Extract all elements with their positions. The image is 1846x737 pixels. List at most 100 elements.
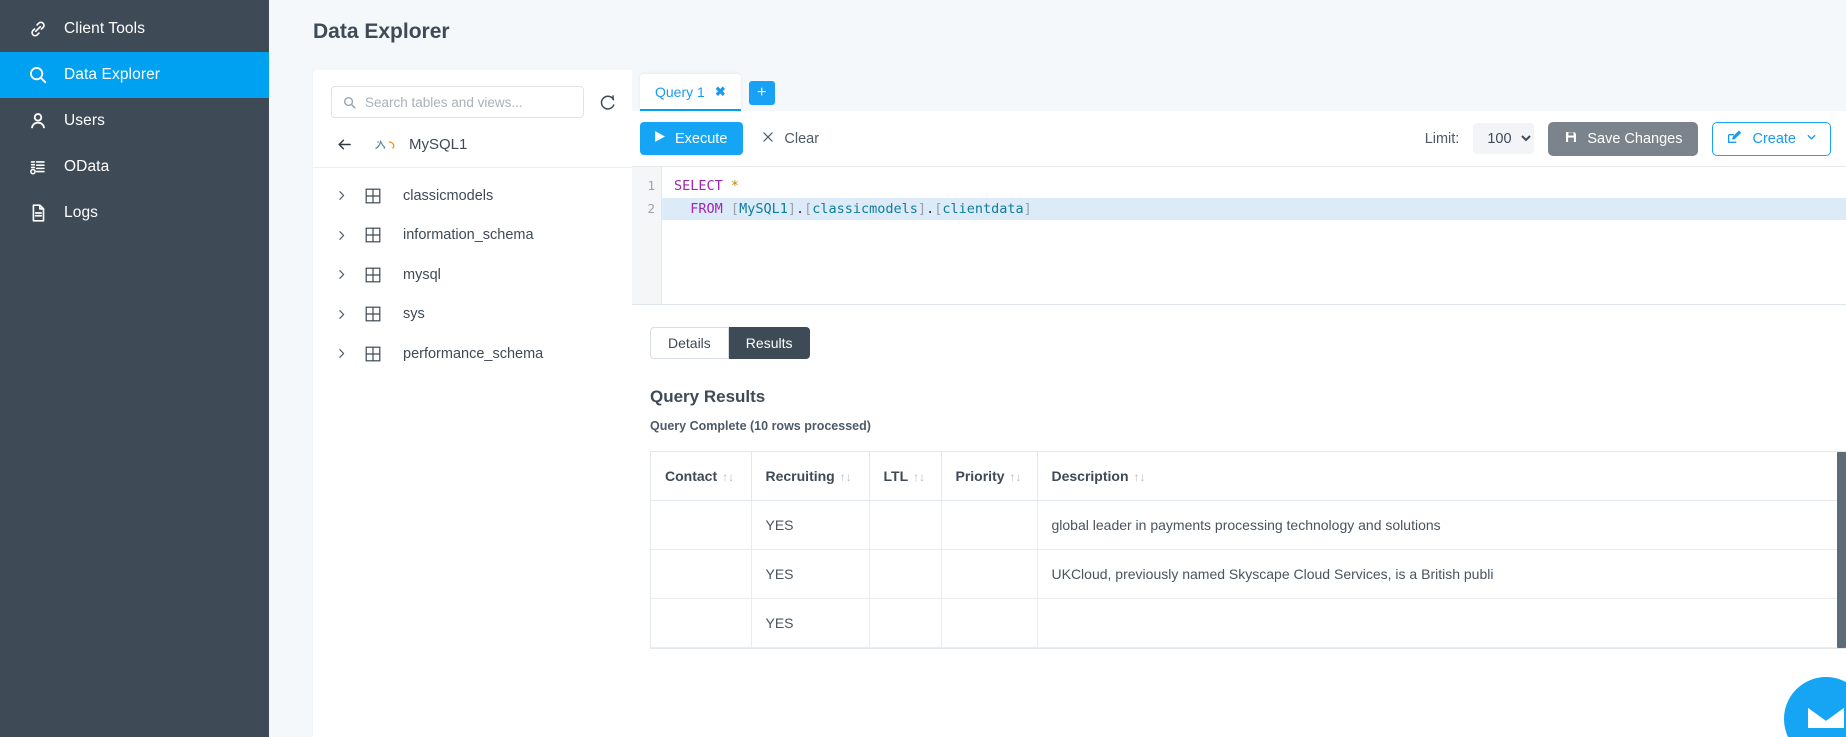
cell-description: UKCloud, previously named Skyscape Cloud… xyxy=(1037,549,1846,599)
workspace: MySQL1 classicmodels xyxy=(313,70,1846,737)
clear-label: Clear xyxy=(784,130,820,147)
column-label: Priority xyxy=(955,468,1005,484)
cell-priority xyxy=(941,549,1038,599)
cell-description: global leader in payments processing tec… xyxy=(1037,500,1846,550)
save-disk-icon xyxy=(1564,130,1578,148)
sidebar-label-logs: Logs xyxy=(64,204,99,221)
cell-recruiting: YES xyxy=(751,500,870,550)
sql-editor[interactable]: 1 2 SELECT * FROM [MySQL1].[classicmodel… xyxy=(632,167,1846,305)
sort-icon[interactable]: ↑↓ xyxy=(840,470,852,484)
sql-line-1: SELECT * xyxy=(674,178,740,194)
odata-list-icon xyxy=(20,156,56,178)
sidebar-item-odata[interactable]: OData xyxy=(0,144,269,190)
add-query-tab-button[interactable]: + xyxy=(748,81,775,105)
sort-icon[interactable]: ↑↓ xyxy=(1010,470,1022,484)
tree-row[interactable]: sys xyxy=(313,295,632,335)
connection-name: MySQL1 xyxy=(409,136,468,153)
results-pane: Details Results Query Results Query Comp… xyxy=(632,305,1846,737)
database-table-icon xyxy=(365,188,395,204)
sql-code-area[interactable]: SELECT * FROM [MySQL1].[classicmodels].[… xyxy=(662,167,1846,304)
envelope-icon xyxy=(1806,702,1846,737)
limit-label: Limit: xyxy=(1424,130,1460,147)
database-table-icon xyxy=(365,306,395,322)
column-header-ltl[interactable]: LTL ↑↓ xyxy=(869,452,942,501)
chevron-right-icon[interactable] xyxy=(335,229,357,242)
tree-row[interactable]: mysql xyxy=(313,255,632,295)
sidebar-item-users[interactable]: Users xyxy=(0,98,269,144)
cell-description xyxy=(1037,598,1846,648)
cell-contact xyxy=(651,549,752,599)
chevron-right-icon[interactable] xyxy=(335,347,357,360)
main-content: Data Explorer Search tables and views...… xyxy=(269,0,1846,737)
refresh-icon[interactable] xyxy=(596,91,618,113)
play-icon xyxy=(653,130,666,147)
save-label: Save Changes xyxy=(1587,130,1683,147)
sidebar-item-client-tools[interactable]: Client Tools xyxy=(0,6,269,52)
query-toolbar: Execute Clear Limit: 100 Save Changes Cr… xyxy=(632,111,1846,167)
execute-label: Execute xyxy=(675,130,728,147)
document-icon xyxy=(20,202,56,224)
table-row[interactable]: YES UKCloud, previously named Skyscape C… xyxy=(651,549,1846,599)
chevron-right-icon[interactable] xyxy=(335,268,357,281)
user-icon xyxy=(20,110,56,132)
tab-results[interactable]: Results xyxy=(728,327,811,359)
tab-label: Query 1 xyxy=(655,83,705,100)
database-table-icon xyxy=(365,267,395,283)
tree-search-row xyxy=(313,70,632,132)
tree-label: information_schema xyxy=(403,227,534,244)
cell-contact xyxy=(651,500,752,550)
close-icon[interactable]: ✖ xyxy=(715,85,726,98)
close-icon xyxy=(761,130,775,148)
sidebar-item-logs[interactable]: Logs xyxy=(0,190,269,236)
sidebar: Client Tools Data Explorer Users OData L… xyxy=(0,0,269,737)
chevron-right-icon[interactable] xyxy=(335,189,357,202)
sort-icon[interactable]: ↑↓ xyxy=(722,470,734,484)
column-label: Recruiting xyxy=(765,468,835,484)
app-root: Client Tools Data Explorer Users OData L… xyxy=(0,0,1846,737)
search-box[interactable] xyxy=(331,86,584,118)
cell-priority xyxy=(941,598,1038,648)
sort-icon[interactable]: ↑↓ xyxy=(1134,470,1146,484)
tree-label: classicmodels xyxy=(403,187,494,204)
results-vertical-scrollbar[interactable] xyxy=(1837,452,1846,648)
chevron-right-icon[interactable] xyxy=(335,308,357,321)
tab-details[interactable]: Details xyxy=(650,327,729,359)
search-icon xyxy=(20,64,56,86)
execute-button[interactable]: Execute xyxy=(640,122,744,155)
sidebar-item-data-explorer[interactable]: Data Explorer xyxy=(0,52,269,98)
cell-priority xyxy=(941,500,1038,550)
sql-line-2: FROM [MySQL1].[classicmodels].[clientdat… xyxy=(662,197,1846,220)
clear-button[interactable]: Clear xyxy=(761,130,819,148)
table-row[interactable]: YES xyxy=(651,598,1846,648)
tab-query-1[interactable]: Query 1 ✖ xyxy=(640,74,741,111)
tree-label: mysql xyxy=(403,266,441,283)
line-number: 1 xyxy=(647,178,655,193)
save-changes-button[interactable]: Save Changes xyxy=(1548,121,1699,156)
tree-row[interactable]: performance_schema xyxy=(313,334,632,374)
edit-pencil-icon xyxy=(1726,129,1742,149)
tree-row[interactable]: information_schema xyxy=(313,216,632,256)
chat-support-button[interactable] xyxy=(1778,671,1846,737)
search-input[interactable] xyxy=(357,94,583,110)
column-header-recruiting[interactable]: Recruiting ↑↓ xyxy=(751,452,870,501)
sort-icon[interactable]: ↑↓ xyxy=(913,470,925,484)
column-header-contact[interactable]: Contact ↑↓ xyxy=(651,452,752,501)
back-arrow-icon[interactable] xyxy=(335,136,363,153)
mysql-logo-icon xyxy=(371,137,401,153)
create-button[interactable]: Create xyxy=(1712,121,1831,156)
table-row[interactable]: YES global leader in payments processing… xyxy=(651,500,1846,550)
results-tabs: Details Results xyxy=(650,327,1846,359)
results-table-head: Contact ↑↓ Recruiting ↑↓ LTL ↑↓ Priority… xyxy=(651,452,1846,501)
tree-label: sys xyxy=(403,306,425,323)
page-title: Data Explorer xyxy=(313,20,450,43)
results-heading: Query Results xyxy=(650,387,766,406)
sidebar-label-client-tools: Client Tools xyxy=(64,20,146,37)
limit-select[interactable]: 100 xyxy=(1473,123,1535,154)
tree-row[interactable]: classicmodels xyxy=(313,176,632,216)
search-icon xyxy=(342,95,357,110)
column-header-description[interactable]: Description ↑↓ xyxy=(1037,452,1846,501)
column-header-priority[interactable]: Priority ↑↓ xyxy=(941,452,1038,501)
connection-breadcrumb[interactable]: MySQL1 xyxy=(313,132,632,168)
results-table: Contact ↑↓ Recruiting ↑↓ LTL ↑↓ Priority… xyxy=(651,452,1846,648)
cell-recruiting: YES xyxy=(751,598,870,648)
